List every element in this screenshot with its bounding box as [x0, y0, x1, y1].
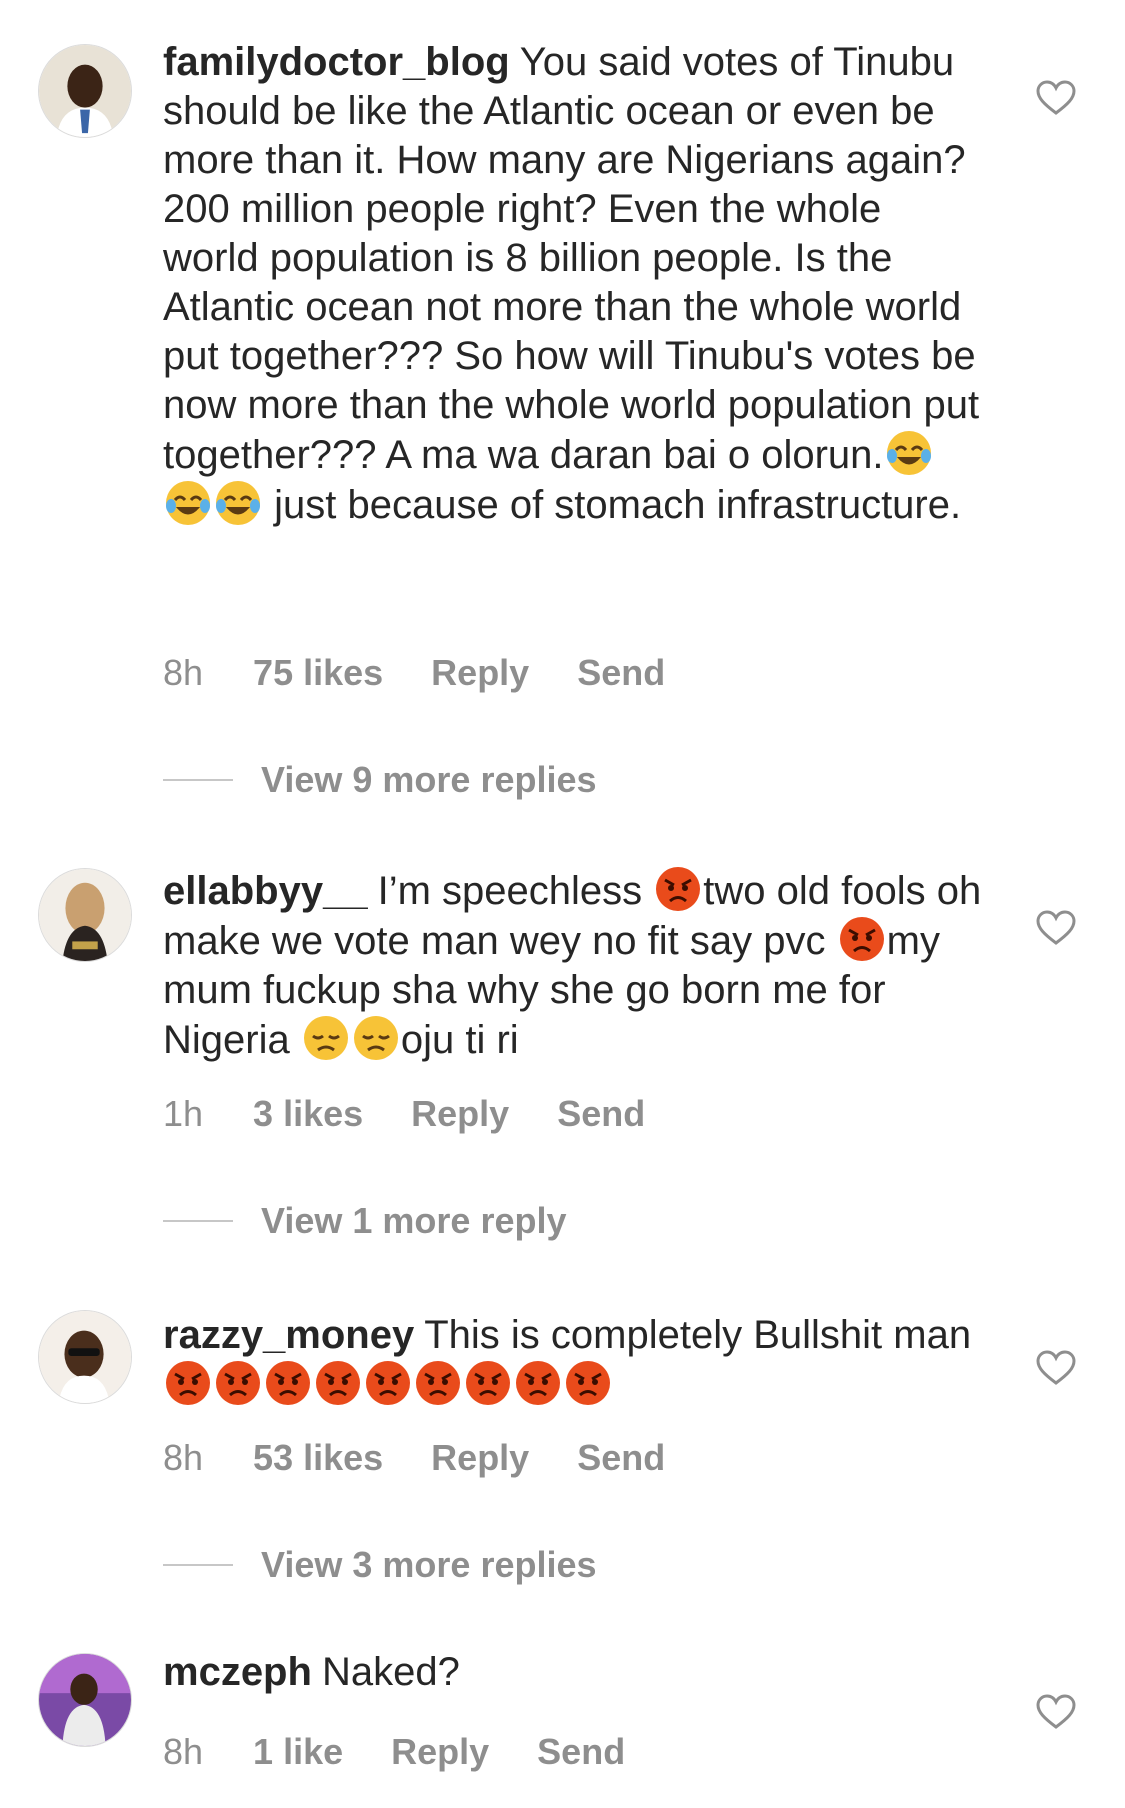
view-replies-label: View 3 more replies	[261, 1544, 597, 1585]
replies-divider	[163, 1220, 233, 1222]
comment-text: oju ti ri	[400, 1018, 519, 1062]
angry-face-icon	[315, 1360, 361, 1406]
comment-time: 8h	[163, 1731, 204, 1772]
angry-face-icon	[215, 1360, 261, 1406]
angry-face-icon	[839, 916, 885, 962]
view-replies-button[interactable]: View 3 more replies	[163, 1544, 597, 1585]
comment-time: 8h	[163, 652, 204, 693]
comment-text: You said votes of Tinubu should be like …	[163, 40, 980, 477]
like-heart-icon[interactable]	[1036, 1350, 1076, 1386]
angry-face-icon	[515, 1360, 561, 1406]
replies-divider	[163, 1564, 233, 1566]
send-button[interactable]: Send	[577, 1437, 665, 1478]
avatar[interactable]	[38, 868, 132, 962]
likes-count[interactable]: 53 likes	[253, 1437, 383, 1478]
likes-count[interactable]: 75 likes	[253, 652, 383, 693]
avatar[interactable]	[38, 44, 132, 138]
comment-meta: 8h 53 likes Reply Send	[163, 1437, 713, 1479]
face-with-tears-of-joy-icon	[886, 430, 932, 476]
view-replies-button[interactable]: View 1 more reply	[163, 1200, 567, 1241]
disappointed-face-icon	[303, 1015, 349, 1061]
comment-text: Naked?	[321, 1650, 460, 1694]
like-heart-icon[interactable]	[1036, 80, 1076, 116]
reply-button[interactable]: Reply	[431, 652, 529, 693]
comment-meta: 8h 1 like Reply Send	[163, 1731, 673, 1773]
comment-username[interactable]: mczeph	[163, 1650, 312, 1694]
face-with-tears-of-joy-icon	[215, 480, 261, 526]
likes-count[interactable]: 1 like	[253, 1731, 343, 1772]
reply-button[interactable]: Reply	[431, 1437, 529, 1478]
comment-username[interactable]: razzy_money	[163, 1313, 414, 1357]
angry-face-icon	[565, 1360, 611, 1406]
send-button[interactable]: Send	[577, 652, 665, 693]
like-heart-icon[interactable]	[1036, 910, 1076, 946]
comment-username[interactable]: familydoctor_blog	[163, 40, 510, 84]
angry-face-icon	[465, 1360, 511, 1406]
comment-meta: 1h 3 likes Reply Send	[163, 1093, 693, 1135]
view-replies-label: View 9 more replies	[261, 759, 597, 800]
comment-body: mczeph Naked?	[163, 1648, 983, 1697]
comment-username[interactable]: ellabbyy__	[163, 869, 368, 913]
angry-face-icon	[655, 866, 701, 912]
comment-time: 1h	[163, 1093, 204, 1134]
angry-face-icon	[365, 1360, 411, 1406]
comment-text: I’m speechless	[377, 869, 654, 913]
comment-body: ellabbyy__ I’m speechless two old fools o…	[163, 866, 983, 1065]
reply-button[interactable]: Reply	[391, 1731, 489, 1772]
comment-meta: 8h 75 likes Reply Send	[163, 652, 713, 694]
view-replies-label: View 1 more reply	[261, 1200, 567, 1241]
send-button[interactable]: Send	[537, 1731, 625, 1772]
avatar[interactable]	[38, 1653, 132, 1747]
angry-face-icon	[265, 1360, 311, 1406]
like-heart-icon[interactable]	[1036, 1694, 1076, 1730]
comment-time: 8h	[163, 1437, 204, 1478]
replies-divider	[163, 779, 233, 781]
avatar[interactable]	[38, 1310, 132, 1404]
likes-count[interactable]: 3 likes	[253, 1093, 363, 1134]
comment-text: This is completely Bullshit man	[424, 1313, 972, 1357]
comment-text: just because of stomach infrastructure.	[263, 483, 962, 527]
reply-button[interactable]: Reply	[411, 1093, 509, 1134]
comment-body: razzy_money This is completely Bullshit m…	[163, 1311, 983, 1410]
angry-face-icon	[165, 1360, 211, 1406]
disappointed-face-icon	[353, 1015, 399, 1061]
view-replies-button[interactable]: View 9 more replies	[163, 759, 597, 800]
angry-face-icon	[415, 1360, 461, 1406]
face-with-tears-of-joy-icon	[165, 480, 211, 526]
send-button[interactable]: Send	[557, 1093, 645, 1134]
comment-body: familydoctor_blog You said votes of Tinub…	[163, 38, 983, 530]
